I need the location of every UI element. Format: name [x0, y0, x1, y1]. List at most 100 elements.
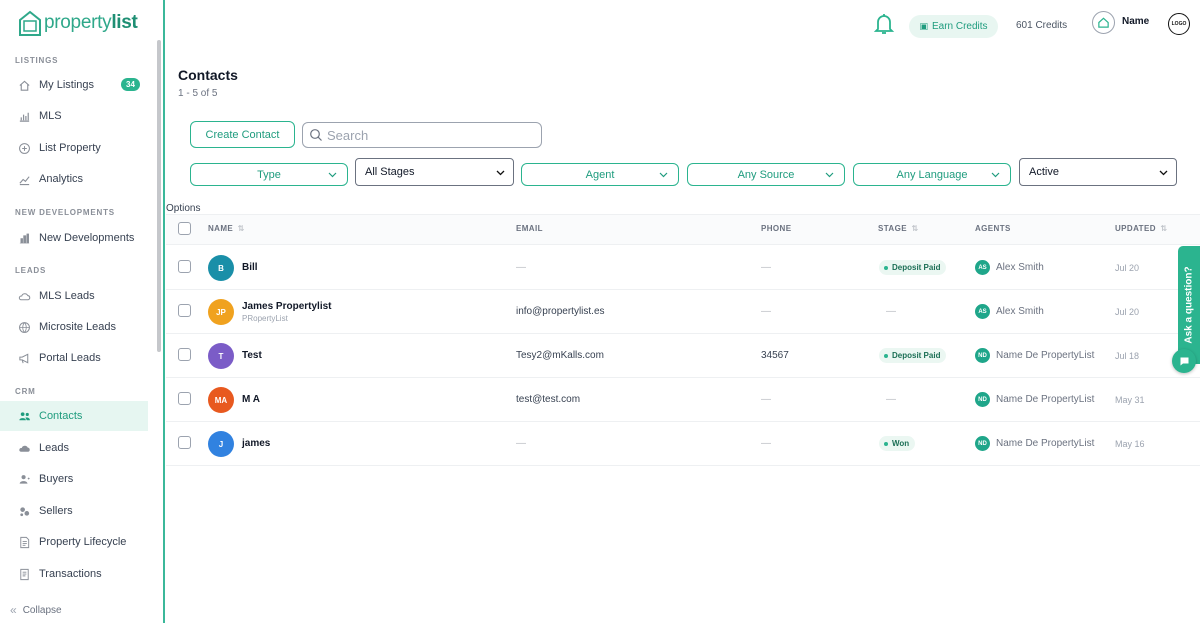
row-checkbox[interactable] [178, 392, 191, 405]
contact-phone: — [761, 306, 771, 317]
brand-logo-badge[interactable]: LOGO [1168, 13, 1190, 35]
agent-name: Alex Smith [996, 262, 1044, 273]
row-checkbox[interactable] [178, 348, 191, 361]
search-box [302, 122, 542, 148]
sidebar-item-analytics[interactable]: Analytics [0, 164, 148, 194]
select-all-checkbox[interactable] [178, 222, 191, 235]
sidebar-item-label: Buyers [39, 473, 74, 485]
sidebar-item-label: Portal Leads [39, 352, 101, 364]
sidebar-item-label: List Property [39, 142, 101, 154]
stage-badge: Deposit Paid [879, 348, 947, 363]
column-stage[interactable]: STAGE ⇅ [878, 224, 919, 233]
ask-question-tab[interactable]: Ask a question? [1178, 246, 1200, 364]
sidebar-item-portal-leads[interactable]: Portal Leads [0, 343, 148, 373]
sidebar-item-buyers[interactable]: Buyers [0, 464, 148, 494]
agent-name: Alex Smith [996, 306, 1044, 317]
stages-select[interactable]: All Stages [355, 158, 514, 186]
sidebar-item-transactions[interactable]: Transactions [0, 559, 148, 589]
contact-name[interactable]: james [242, 438, 270, 449]
contact-phone: — [761, 394, 771, 405]
cloud-icon [17, 289, 31, 303]
contact-name[interactable]: Bill [242, 262, 258, 273]
chat-bubble-icon [1180, 357, 1188, 365]
section-leads: LEADS [15, 266, 47, 275]
sidebar-item-label: Transactions [39, 568, 102, 580]
search-input[interactable] [327, 127, 527, 143]
sidebar-item-label: Property Lifecycle [39, 536, 127, 548]
chart-icon [17, 109, 31, 123]
sidebar-item-label: Sellers [39, 505, 73, 517]
sidebar-item-list-property[interactable]: List Property [0, 133, 148, 163]
source-filter[interactable]: Any Source [687, 163, 845, 186]
sidebar-scrollbar[interactable] [157, 40, 161, 352]
user-avatar[interactable] [1092, 11, 1115, 34]
section-listings: LISTINGS [15, 56, 59, 65]
sidebar-item-label: My Listings [39, 79, 95, 91]
chat-button[interactable] [1172, 349, 1196, 373]
user-name[interactable]: Name [1122, 16, 1149, 27]
updated-date: Jul 20 [1115, 263, 1140, 273]
contact-email: — [516, 438, 526, 449]
contact-name[interactable]: M A [242, 394, 260, 405]
updated-date: Jul 20 [1115, 307, 1140, 317]
contact-company: PRopertyList [242, 314, 288, 323]
contact-name[interactable]: James Propertylist [242, 301, 332, 312]
sidebar-item-my-listings[interactable]: My Listings 34 [0, 70, 148, 100]
sidebar-item-label: MLS Leads [39, 290, 95, 302]
status-dot [884, 441, 888, 446]
home-icon [17, 78, 31, 92]
table-header [166, 214, 1200, 245]
collapse-button[interactable]: « Collapse [10, 603, 62, 617]
chevron-down-icon [659, 172, 668, 178]
column-updated[interactable]: UPDATED ⇅ [1115, 224, 1168, 233]
chevron-down-icon [496, 170, 505, 176]
language-filter[interactable]: Any Language [853, 163, 1011, 186]
section-crm: CRM [15, 387, 36, 396]
create-contact-button[interactable]: Create Contact [190, 121, 295, 148]
contact-avatar: T [208, 343, 234, 369]
contact-name[interactable]: Test [242, 350, 262, 361]
table-row[interactable] [166, 290, 1200, 334]
table-row[interactable] [166, 246, 1200, 290]
gift-icon: ▣ [919, 21, 928, 31]
app-logo[interactable]: propertylist [18, 8, 138, 38]
contact-email: Tesy2@mKalls.com [516, 350, 604, 361]
sidebar-item-contacts[interactable]: Contacts [0, 401, 148, 431]
row-checkbox[interactable] [178, 260, 191, 273]
contact-avatar: J [208, 431, 234, 457]
sidebar-item-label: Contacts [39, 410, 83, 422]
sidebar-item-microsite-leads[interactable]: Microsite Leads [0, 312, 148, 342]
document-icon [17, 535, 31, 549]
sidebar-item-mls[interactable]: MLS [0, 101, 148, 131]
bell-icon[interactable] [873, 12, 895, 36]
earn-credits-button[interactable]: ▣ Earn Credits [909, 15, 998, 38]
sort-icon: ⇅ [237, 224, 245, 233]
sidebar-item-mls-leads[interactable]: MLS Leads [0, 281, 148, 311]
status-dot [884, 265, 888, 270]
type-filter-label: Type [257, 168, 281, 181]
credits-count: 601 Credits [1016, 20, 1068, 31]
sidebar-item-property-lifecycle[interactable]: Property Lifecycle [0, 527, 148, 557]
column-phone: PHONE [761, 224, 792, 233]
status-select[interactable]: Active [1019, 158, 1177, 186]
column-name[interactable]: NAME ⇅ [208, 224, 245, 233]
stage-empty: — [886, 306, 896, 317]
sidebar-item-new-developments[interactable]: New Developments [0, 223, 148, 253]
earn-credits-label: Earn Credits [931, 21, 988, 32]
column-agents: AGENTS [975, 224, 1011, 233]
agent-filter-label: Agent [585, 168, 615, 181]
agent-avatar: ND [975, 436, 990, 451]
agent-name: Name De PropertyList [996, 438, 1095, 449]
collapse-label: Collapse [22, 604, 62, 616]
type-filter[interactable]: Type [190, 163, 348, 186]
stage-empty: — [886, 394, 896, 405]
row-checkbox[interactable] [178, 304, 191, 317]
double-chevron-left-icon: « [10, 603, 17, 617]
sidebar-item-sellers[interactable]: Sellers [0, 496, 148, 526]
row-checkbox[interactable] [178, 436, 191, 449]
plus-circle-icon [17, 141, 31, 155]
column-email: EMAIL [516, 224, 543, 233]
sidebar-item-leads[interactable]: Leads [0, 433, 148, 463]
agent-filter[interactable]: Agent [521, 163, 679, 186]
receipt-icon [17, 567, 31, 581]
